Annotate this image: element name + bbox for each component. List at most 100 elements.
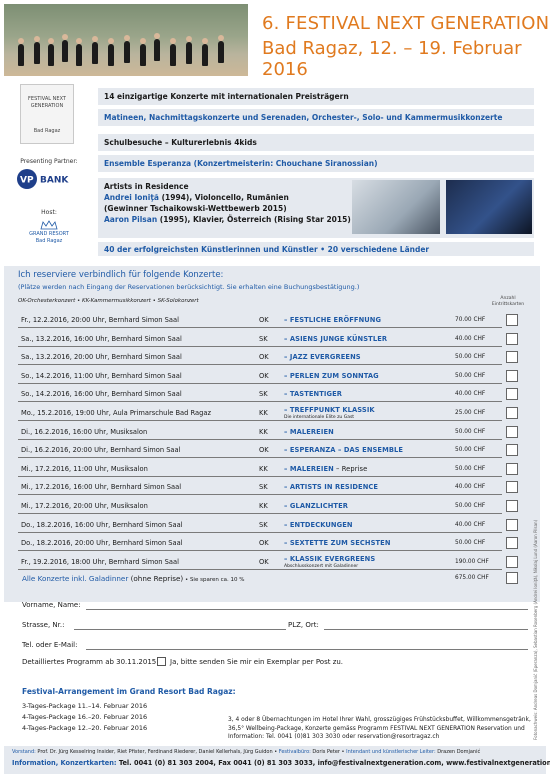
svg-text:VP: VP [20,176,34,186]
concert-row: Do., 18.2.2016, 20:00 Uhr, Bernhard Simo… [18,535,538,552]
concert-row: Fr., 19.2.2016, 18:00 Uhr, Bernhard Simo… [18,554,538,570]
ticket-count-header: Anzahl Eintrittskarten [491,296,525,307]
concert-title: JAZZ EVERGREENS [289,353,361,362]
concert-row: Sa., 13.2.2016, 16:00 Uhr, Bernhard Simo… [18,331,538,347]
name-field[interactable] [86,609,528,610]
singer-figure [218,35,224,63]
concert-row: Mo., 15.2.2016, 19:00 Uhr, Aula Primarsc… [18,405,538,421]
ticket-count-box[interactable] [506,369,518,382]
concert-title-line: – ENTDECKUNGEN [284,520,353,529]
info-formats: Matineen, Nachmittagskonzerte und Serena… [98,109,534,126]
ticket-count-box[interactable] [506,351,518,364]
concert-title-line: – ASIENS JUNGE KÜNSTLER [284,334,388,343]
ticket-count-box[interactable] [506,425,518,438]
all-concerts-price: 675.00 CHF [455,575,489,581]
concert-title: SEXTETTE ZUM SECHSTEN [289,539,391,548]
concert-type: SK [259,334,268,343]
zip-label: PLZ, Ort: [288,621,319,629]
concert-row: Sa., 13.2.2016, 20:00 Uhr, Bernhard Simo… [18,349,538,366]
concert-price: 40.00 CHF [455,391,486,398]
concert-title-line: – PERLEN ZUM SONNTAG [284,371,379,380]
festival-dates: Bad Ragaz, 12. – 19. Februar 2016 [262,38,522,80]
row-divider [18,401,502,403]
concert-title-line: – KLASSIK EVERGREENS [284,554,376,563]
ticket-count-box[interactable] [506,332,518,345]
street-field[interactable] [74,629,286,630]
ticket-count-box[interactable] [506,314,518,326]
ticket-count-box[interactable] [506,518,518,531]
svg-text:BANK: BANK [40,176,69,186]
artist-1-photo [352,180,440,234]
stats-line: 40 der erfolgreichsten Künstlerinnen und… [98,242,534,256]
ensemble-photo [4,4,248,76]
concert-title-line: – GLANZLICHTER [284,502,348,510]
festival-logo [20,84,74,144]
ticket-count-box[interactable] [506,444,518,457]
partner-label: Presenting Partner: [20,158,78,165]
concert-title: TASTENTIGER [289,390,342,399]
row-divider [18,531,502,533]
concert-title: ESPERANZA – DAS ENSEMBLE [289,446,404,455]
program-checkbox[interactable] [157,657,166,666]
concert-title: GLANZLICHTER [289,502,348,510]
artist-2-photo [446,180,532,234]
row-divider [18,438,502,440]
artist-2-details: (1995), Klavier, Österreich (Rising Star… [157,215,351,224]
ticket-count-box[interactable] [506,481,518,494]
concert-type: KK [259,409,268,417]
all-concerts-note: (ohne Reprise) [128,574,184,583]
singer-figure [34,36,40,64]
artist-1-details: (1994), Violoncello, Rumänien [158,193,289,202]
concert-title: PERLEN ZUM SONNTAG [289,371,379,380]
concert-row: Do., 18.2.2016, 16:00 Uhr, Bernhard Simo… [18,517,538,533]
concert-price: 50.00 CHF [455,372,486,379]
concert-price: 50.00 CHF [455,503,486,509]
all-concerts-title: Alle Konzerte inkl. Galadinner [22,574,129,583]
festival-logo-place: Bad Ragaz [33,128,61,134]
concert-price: 50.00 CHF [455,465,486,472]
ticket-count-box[interactable] [506,537,518,550]
concert-datetime: Do., 18.2.2016, 20:00 Uhr, Bernhard Simo… [21,539,183,548]
concert-price: 50.00 CHF [455,540,486,547]
ticket-count-box[interactable] [506,500,518,512]
concert-row: Mi., 17.2.2016, 20:00 Uhr, Musiksalon KK –… [18,498,538,514]
ticket-count-box[interactable] [506,462,518,475]
contact-label: Information, Konzertkarten: [12,759,117,767]
concert-datetime: Di., 16.2.2016, 16:00 Uhr, Musiksalon [21,427,148,436]
row-divider [18,364,502,366]
row-divider [18,494,502,496]
concert-type: KK [259,427,268,436]
row-divider [18,513,502,514]
office-label: Festivalbüro: [277,749,311,755]
concert-price: 40.00 CHF [455,335,486,342]
ticket-count-box[interactable] [506,407,518,419]
all-concerts-ticket-box[interactable] [506,572,518,584]
concert-type: SK [259,520,268,529]
concert-type: OK [259,371,269,380]
all-concerts-label: Alle Konzerte inkl. Galadinner (ohne Rep… [22,574,244,583]
concert-price: 190.00 CHF [455,558,489,565]
concert-title-line: – MALEREIEN [284,427,334,436]
concert-title-line: – SEXTETTE ZUM SECHSTEN [284,539,391,548]
phone-email-field[interactable] [86,649,528,650]
ticket-count-box[interactable] [506,388,518,401]
zip-city-field[interactable] [324,629,528,630]
ticket-count-box[interactable] [506,555,518,568]
concert-title: TREFFPUNKT KLASSIK [289,406,375,414]
concert-title-line: – FESTLICHE ERÖFFNUNG [284,316,382,324]
package-item: 3-Tages-Package 11.–14. Februar 2016 [22,702,148,710]
row-divider [18,420,502,421]
contact-details[interactable]: Tel. 0041 (0) 81 303 2004, Fax 0041 (0) … [117,759,550,767]
concert-row: Mi., 17.2.2016, 16:00 Uhr, Bernhard Simo… [18,479,538,496]
arrangement-description: 3, 4 oder 8 Übernachtungen im Hotel Ihre… [228,717,531,740]
artist-2: Aaron Pilsan (1995), Klavier, Österreich… [104,215,351,225]
concert-type: OK [259,557,269,566]
concert-datetime: Di., 16.2.2016, 20:00 Uhr, Bernhard Simo… [21,446,181,455]
all-concerts-savings: • Sie sparen ca. 10 % [183,577,245,583]
row-divider [18,457,502,459]
singer-figure [124,35,130,63]
singer-figure [202,38,208,66]
concert-price: 40.00 CHF [455,521,486,528]
concert-datetime: So., 14.2.2016, 16:00 Uhr, Bernhard Simo… [21,390,182,399]
concert-datetime: Mi., 17.2.2016, 20:00 Uhr, Musiksalon [21,502,148,510]
